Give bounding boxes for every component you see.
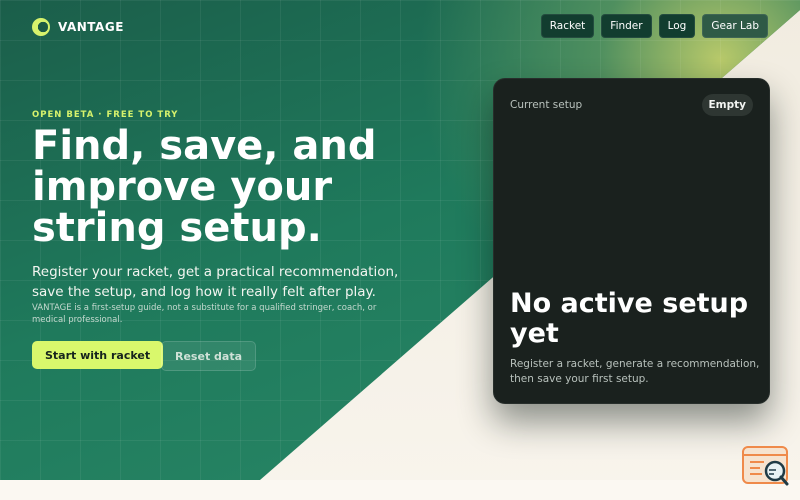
hero-headline: Find, save, and improve your string setu… xyxy=(32,123,377,251)
reset-data-button[interactable]: Reset data xyxy=(161,341,257,371)
search-browser-icon[interactable] xyxy=(742,446,790,488)
hero-kicker: OPEN BETA · FREE TO TRY xyxy=(32,110,179,120)
hero-lede: Register your racket, get a practical re… xyxy=(32,264,399,300)
nav-racket[interactable]: Racket xyxy=(540,14,595,38)
brand-name: VANTAGE xyxy=(58,20,124,34)
nav-log[interactable]: Log xyxy=(658,14,696,38)
nav-finder[interactable]: Finder xyxy=(601,14,652,38)
circle-logo-icon xyxy=(32,18,50,36)
brand[interactable]: VANTAGE xyxy=(32,18,124,36)
bottom-strip xyxy=(0,480,800,500)
start-with-racket-button[interactable]: Start with racket xyxy=(32,341,164,369)
nav-gear-lab[interactable]: Gear Lab xyxy=(702,14,768,38)
card-title: No active setup yet xyxy=(510,288,749,349)
top-nav: Racket Finder Log Gear Lab xyxy=(540,14,768,38)
card-description: Register a racket, generate a recommenda… xyxy=(510,358,760,385)
status-badge: Empty xyxy=(701,94,753,116)
card-label: Current setup xyxy=(510,99,583,111)
current-setup-card: Current setup Empty No active setup yet … xyxy=(493,78,770,404)
hero-disclaimer: VANTAGE is a first-setup guide, not a su… xyxy=(32,303,377,325)
